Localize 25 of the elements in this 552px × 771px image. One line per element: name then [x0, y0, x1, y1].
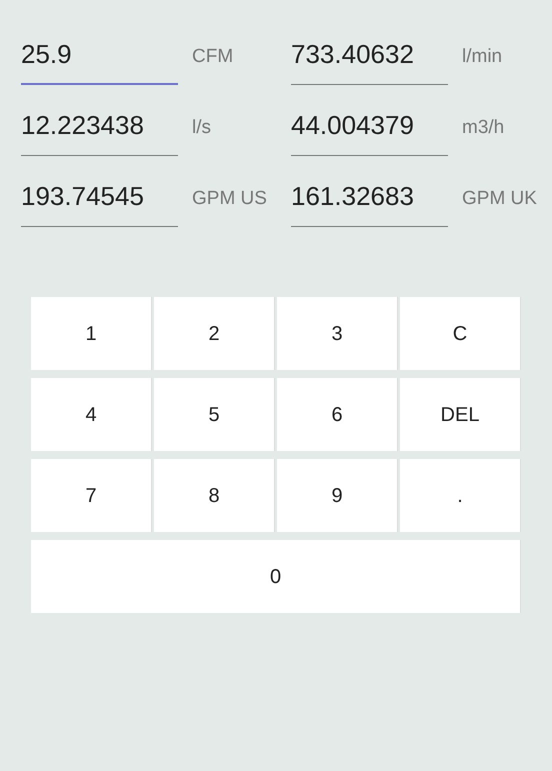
key-button[interactable]: C: [400, 297, 521, 370]
value-field[interactable]: 733.40632: [291, 31, 448, 85]
unit-label: l/min: [462, 44, 502, 68]
key-button[interactable]: 8: [154, 459, 275, 532]
value-field[interactable]: 44.004379: [291, 102, 448, 156]
unit-label: l/s: [192, 116, 211, 140]
value-field[interactable]: 193.74545: [21, 173, 178, 227]
key-button[interactable]: 4: [31, 378, 152, 451]
key-button[interactable]: 9: [277, 459, 398, 532]
value-field[interactable]: 161.32683: [291, 173, 448, 227]
unit-label: GPM US: [192, 186, 267, 210]
key-button[interactable]: 3: [277, 297, 398, 370]
key-button[interactable]: 5: [154, 378, 275, 451]
key-button[interactable]: 2: [154, 297, 275, 370]
value-field[interactable]: 12.223438: [21, 102, 178, 156]
key-button[interactable]: 7: [31, 459, 152, 532]
unit-label: GPM UK: [462, 186, 537, 210]
unit-label: m3/h: [462, 116, 504, 140]
key-button[interactable]: 1: [31, 297, 152, 370]
unit-label: CFM: [192, 44, 234, 68]
key-button[interactable]: 0: [31, 540, 521, 613]
key-button[interactable]: DEL: [400, 378, 521, 451]
value-field[interactable]: 25.9: [21, 31, 178, 85]
key-button[interactable]: .: [400, 459, 521, 532]
key-button[interactable]: 6: [277, 378, 398, 451]
